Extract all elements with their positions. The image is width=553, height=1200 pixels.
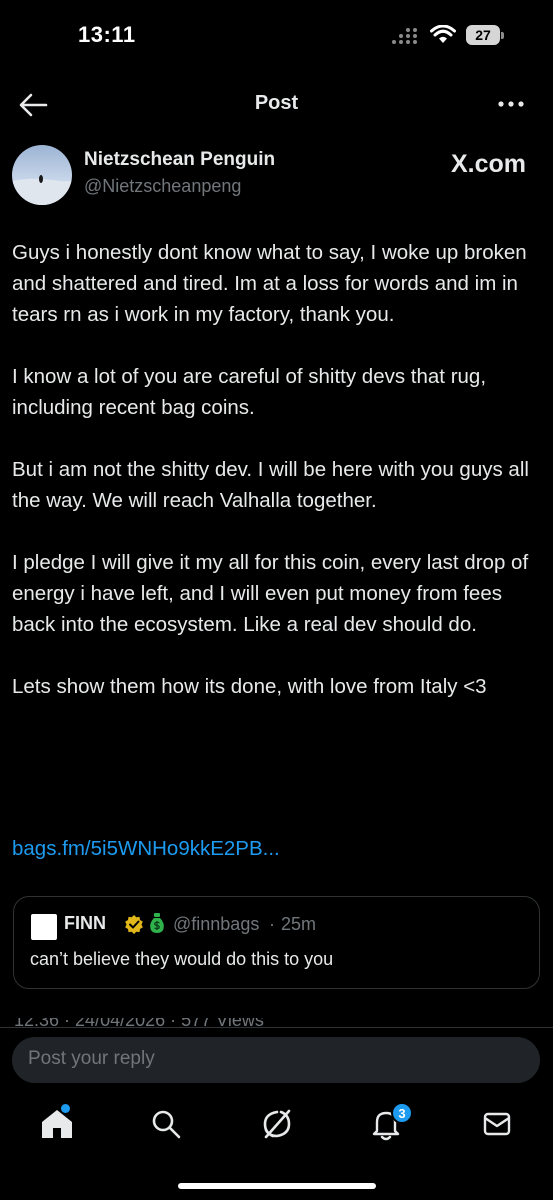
quote-text: can’t believe they would do this to you [30,949,334,969]
quote-timestamp: 25m [281,914,317,934]
grok-icon[interactable] [259,1106,295,1142]
separator-dot: · [269,914,275,934]
home-indicator[interactable] [178,1183,376,1189]
avatar[interactable] [12,145,72,205]
reply-input[interactable]: Post your reply [12,1037,540,1083]
author-name[interactable]: Nietzschean Penguin [84,149,275,171]
home-icon[interactable] [39,1106,75,1142]
post-paragraph: But i am not the shitty dev. I will be h… [12,458,529,512]
search-icon[interactable] [148,1106,184,1142]
post-paragraph: I know a lot of you are careful of shitt… [12,365,487,419]
mail-icon[interactable] [479,1106,515,1142]
battery-level: 27 [466,25,500,45]
notification-count-badge: 3 [391,1102,413,1124]
quote-avatar [31,914,57,940]
post-text: Guys i honestly dont know what to say, I… [12,237,544,733]
more-options-icon[interactable] [497,98,525,110]
money-bag-icon [150,913,164,933]
quoted-post[interactable]: FINN @finnbags · 25m can’t believe they … [13,896,540,989]
post-paragraph: Lets show them how its done, with love f… [12,675,487,698]
status-time: 13:11 [78,22,136,47]
signal-icon [392,28,417,44]
home-unread-dot [61,1104,70,1113]
verified-badge-icon [125,915,143,934]
wifi-icon [430,25,456,43]
battery-cap [501,32,504,39]
battery-indicator: 27 [466,25,506,47]
page-title: Post [254,92,299,114]
post-paragraph: Guys i honestly dont know what to say, I… [12,241,527,326]
post-link[interactable]: bags.fm/5i5WNHo9kkE2PB... [12,837,280,861]
author-handle[interactable]: @Nietzscheanpeng [84,176,241,197]
quote-author-handle: @finnbags [173,914,260,934]
quote-author-name: FINN [64,913,106,933]
post-paragraph: I pledge I will give it my all for this … [12,551,529,636]
source-watermark: X.com [451,150,527,178]
